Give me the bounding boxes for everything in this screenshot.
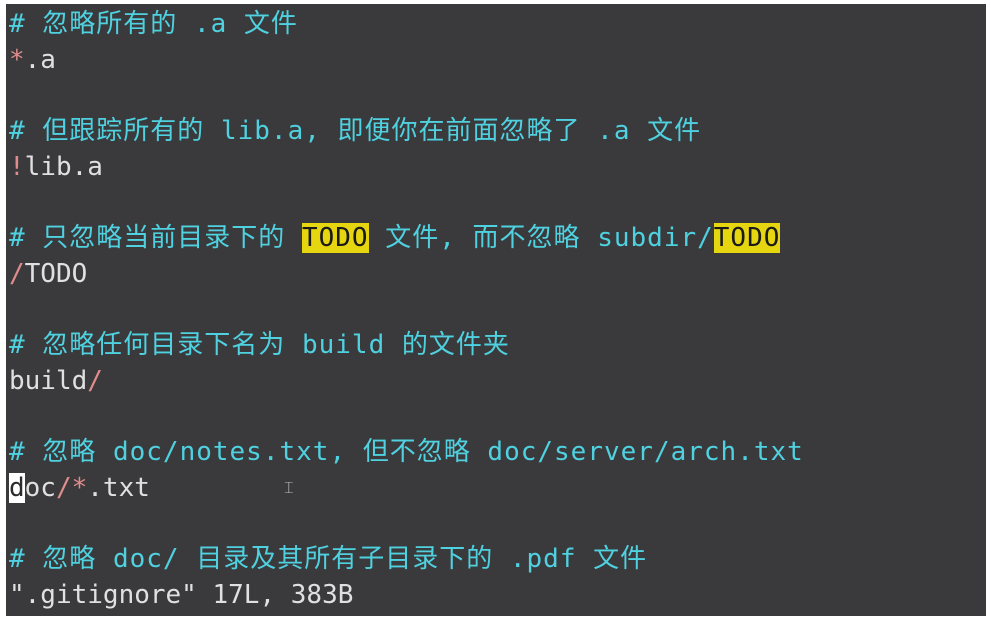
todo-highlight: TODO	[713, 223, 781, 253]
pattern-line-build: build/	[9, 363, 103, 399]
ibeam-cursor-icon: ⌶	[284, 478, 294, 497]
comment-text: # 但跟踪所有的 lib.a, 即便你在前面忽略了 .a 文件	[9, 116, 702, 146]
comment-text: # 忽略所有的 .a 文件	[9, 9, 298, 39]
comment-text: 文件, 而不忽略 subdir/	[368, 223, 714, 253]
pattern-text: .txt	[87, 473, 150, 503]
negation-operator: !	[9, 152, 25, 182]
comment-line-todo: # 只忽略当前目录下的 TODO 文件, 而不忽略 subdir/TODO	[9, 220, 781, 256]
glob-operator: /*	[55, 473, 88, 503]
vim-editor[interactable]: # 忽略所有的 .a 文件 *.a # 但跟踪所有的 lib.a, 即便你在前面…	[6, 4, 986, 616]
comment-text: # 只忽略当前目录下的	[9, 223, 302, 253]
comment-text: # 忽略 doc/ 目录及其所有子目录下的 .pdf 文件	[9, 544, 648, 574]
pattern-text: TODO	[24, 259, 88, 289]
pattern-line-lib-a: !lib.a	[9, 149, 103, 185]
root-slash-operator: /	[9, 259, 25, 289]
comment-line-doc-notes: # 忽略 doc/notes.txt, 但不忽略 doc/server/arch…	[9, 434, 804, 470]
comment-line-pdf: # 忽略 doc/ 目录及其所有子目录下的 .pdf 文件	[9, 541, 647, 577]
comment-line-track-lib: # 但跟踪所有的 lib.a, 即便你在前面忽略了 .a 文件	[9, 113, 701, 149]
pattern-line-todo: /TODO	[9, 256, 87, 292]
glob-operator: *	[9, 45, 25, 75]
pattern-line-star-a: *.a	[9, 42, 56, 78]
comment-text: # 忽略任何目录下名为 build 的文件夹	[9, 330, 510, 360]
comment-text: # 忽略 doc/notes.txt, 但不忽略 doc/server/arch…	[9, 437, 804, 467]
pattern-line-doc-txt[interactable]: doc/*.txt	[9, 470, 150, 506]
file-status: ".gitignore" 17L, 383B	[9, 580, 354, 610]
pattern-text: lib.a	[24, 152, 103, 182]
status-line: ".gitignore" 17L, 383B	[9, 577, 353, 613]
comment-line-build: # 忽略任何目录下名为 build 的文件夹	[9, 327, 510, 363]
text-cursor: d	[9, 473, 25, 503]
pattern-text: build	[9, 366, 88, 396]
todo-highlight: TODO	[301, 223, 369, 253]
dir-slash-operator: /	[87, 366, 103, 396]
pattern-text: oc	[24, 473, 56, 503]
comment-line-ignore-a: # 忽略所有的 .a 文件	[9, 6, 298, 42]
pattern-text: .a	[24, 45, 56, 75]
